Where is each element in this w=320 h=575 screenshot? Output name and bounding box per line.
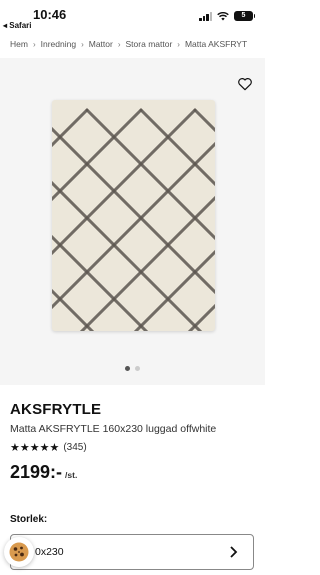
review-count[interactable]: (345) xyxy=(63,442,86,453)
back-to-safari-link[interactable]: ◂ Safari xyxy=(3,21,31,30)
breadcrumb-item-stora-mattor[interactable]: Stora mattor xyxy=(126,39,173,49)
product-title: AKSFRYTLE xyxy=(10,401,102,418)
status-icons: 5 xyxy=(199,11,255,21)
breadcrumb-item-mattor[interactable]: Mattor xyxy=(89,39,113,49)
battery-icon: 5 xyxy=(234,11,255,21)
product-description: Matta AKSFRYTLE 160x230 luggad offwhite xyxy=(10,423,217,435)
size-selector[interactable]: 0x230 xyxy=(10,534,254,570)
product-image-gallery[interactable] xyxy=(0,58,265,385)
wifi-icon xyxy=(217,11,229,20)
star-rating-icon: ★★★★★ xyxy=(10,442,60,454)
status-time: 10:46 xyxy=(33,7,67,22)
chevron-right-icon: › xyxy=(32,39,36,49)
rug-pattern xyxy=(52,108,215,331)
chevron-right-icon: › xyxy=(177,39,180,49)
chevron-right-icon xyxy=(230,546,238,558)
heart-icon[interactable] xyxy=(237,76,253,92)
breadcrumb-item-inredning[interactable]: Inredning xyxy=(41,39,76,49)
gallery-dot[interactable] xyxy=(135,366,140,371)
size-selected-value: 0x230 xyxy=(35,546,64,558)
rug-pattern-line xyxy=(139,108,215,187)
product-rating[interactable]: ★★★★★ (345) xyxy=(10,441,87,454)
rug-pattern-line xyxy=(52,180,203,331)
price-unit: /st. xyxy=(65,470,78,480)
size-label: Storlek: xyxy=(10,514,48,525)
gallery-dot-active[interactable] xyxy=(125,366,130,371)
chevron-right-icon: › xyxy=(117,39,121,49)
cookie-settings-button[interactable] xyxy=(4,537,34,567)
product-image-rug xyxy=(52,100,215,331)
status-bar: 10:46 ◂ Safari 5 xyxy=(0,0,265,32)
chevron-right-icon: › xyxy=(81,39,84,49)
breadcrumb-item-current: Matta AKSFRYT xyxy=(184,39,248,49)
product-price: 2199:- /st. xyxy=(10,462,77,483)
breadcrumb-item-hem[interactable]: Hem xyxy=(10,39,28,49)
breadcrumb: Hem › Inredning › Mattor › Stora mattor … xyxy=(10,38,265,50)
gallery-pagination xyxy=(0,366,265,371)
cookie-icon xyxy=(9,542,29,562)
price-value: 2199:- xyxy=(10,462,63,482)
cellular-signal-icon xyxy=(199,11,212,21)
